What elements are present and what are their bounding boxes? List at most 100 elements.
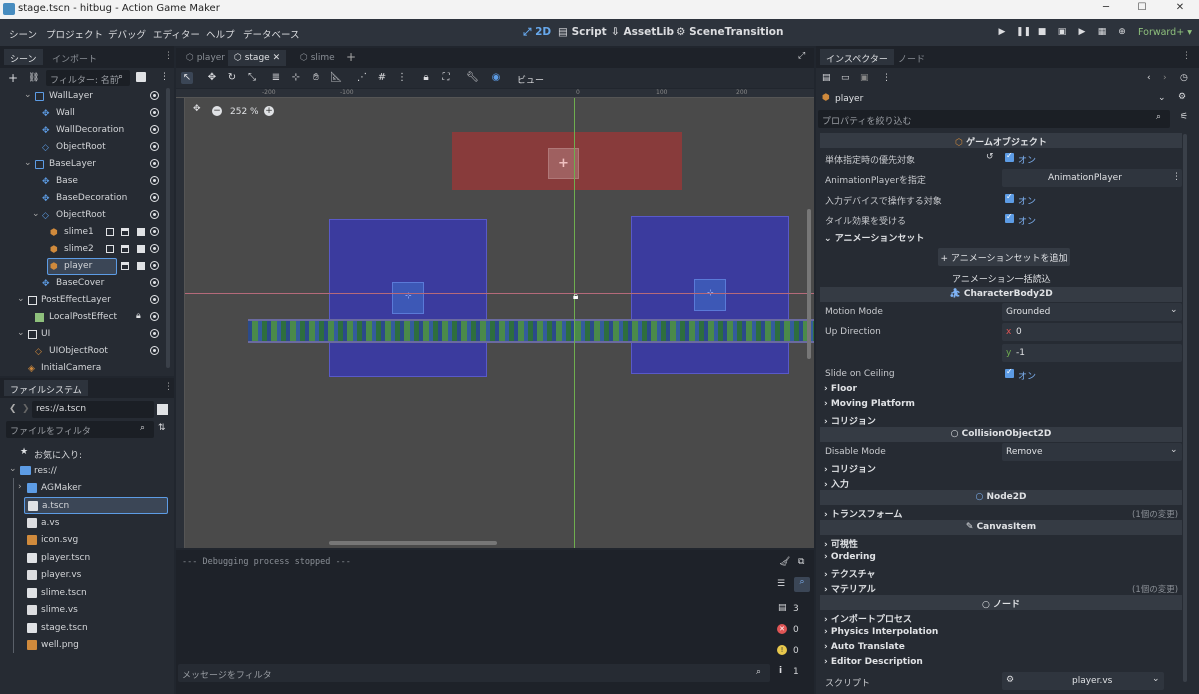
disable-mode-select[interactable]: Remove ⌄	[1002, 443, 1182, 461]
tree-node-base[interactable]: ✥ Base	[0, 173, 168, 190]
section-collisionobject2d[interactable]: ○ CollisionObject2D	[820, 427, 1182, 442]
more-options-icon[interactable]: ⋮	[396, 72, 408, 84]
category-material[interactable]: › マテリアル	[824, 582, 876, 595]
smart-snap-icon[interactable]: ⋰	[356, 72, 368, 84]
visibility-eye-icon[interactable]	[150, 227, 159, 236]
category-editor-description[interactable]: › Editor Description	[824, 657, 923, 667]
category-ordering[interactable]: › Ordering	[824, 552, 876, 562]
minimize-icon[interactable]: ─	[1096, 2, 1116, 16]
history-icon[interactable]: ◷	[1180, 73, 1188, 83]
open-folder-icon[interactable]: ▭	[841, 73, 850, 83]
link-icon[interactable]: ⛓	[28, 73, 39, 83]
input-device-checkbox[interactable]	[1005, 192, 1014, 203]
section-node2d[interactable]: ○ Node2D	[820, 490, 1182, 505]
tile-effect-checkbox[interactable]	[1005, 212, 1014, 223]
expand-icon[interactable]: ›	[18, 482, 22, 492]
object-selector[interactable]: ⬢ player ⌄	[818, 90, 1170, 108]
category-collision-2[interactable]: › コリジョン	[824, 462, 876, 475]
category-import-process[interactable]: › インポートプロセス	[824, 612, 912, 625]
menu-scene[interactable]: シーン	[9, 27, 37, 41]
category-visibility[interactable]: › 可視性	[824, 537, 858, 550]
save-icon[interactable]: ▣	[860, 73, 869, 83]
copy-icon[interactable]: ⧉	[798, 557, 804, 567]
collapse-icon[interactable]: ⌄	[24, 158, 32, 168]
slide-ceiling-checkbox[interactable]	[1005, 367, 1014, 378]
tab-scene[interactable]: シーン	[4, 49, 43, 65]
section-canvasitem[interactable]: ✎ CanvasItem	[820, 520, 1182, 535]
category-moving-platform[interactable]: › Moving Platform	[824, 399, 915, 409]
section-node[interactable]: ○ ノード	[820, 595, 1182, 610]
tab-slime[interactable]: ⬡ slime	[294, 50, 341, 66]
visibility-eye-icon[interactable]	[150, 346, 159, 355]
script-field[interactable]: ⚙ player.vs ⌄	[1002, 672, 1164, 690]
menu-project[interactable]: プロジェクト	[46, 27, 103, 41]
category-transform[interactable]: › トランスフォーム	[824, 507, 902, 520]
instance-icon[interactable]	[106, 228, 114, 236]
tab-inspector[interactable]: インスペクター	[820, 49, 894, 65]
menu-editor[interactable]: エディター	[153, 27, 200, 41]
slime2-sprite[interactable]: ⊹	[694, 279, 726, 311]
tree-node-objectroot-2[interactable]: ⌄ ◇ ObjectRoot	[0, 207, 168, 224]
open-scene-icon[interactable]	[121, 262, 129, 270]
up-y-field[interactable]: y -1	[1002, 344, 1182, 362]
back-icon[interactable]: ❮	[9, 404, 17, 414]
error-count[interactable]: ✕ 0	[773, 621, 813, 640]
tab-player[interactable]: ⬡ player	[180, 50, 231, 66]
rotate-tool-icon[interactable]: ↻	[226, 72, 238, 84]
visibility-eye-icon[interactable]	[150, 142, 159, 151]
visibility-eye-icon[interactable]	[150, 312, 159, 321]
script-icon[interactable]	[136, 72, 146, 82]
category-collision[interactable]: › コリジョン	[824, 414, 876, 427]
new-resource-icon[interactable]: ▤	[822, 73, 831, 83]
visibility-eye-icon[interactable]	[150, 210, 159, 219]
lock-icon[interactable]: 🔒︎	[136, 311, 141, 321]
category-input[interactable]: › 入力	[824, 477, 849, 490]
file-row-icon-svg[interactable]: icon.svg	[0, 532, 168, 549]
history-back-icon[interactable]: ‹	[1147, 73, 1151, 83]
file-row-agmaker[interactable]: › AGMaker	[0, 480, 168, 497]
category-auto-translate[interactable]: › Auto Translate	[824, 642, 905, 652]
visibility-eye-icon[interactable]	[150, 295, 159, 304]
priority-checkbox[interactable]	[1005, 151, 1014, 162]
v-scrollbar[interactable]	[807, 209, 811, 359]
tree-node-uiobjectroot[interactable]: ◇ UIObjectRoot	[0, 343, 168, 360]
visibility-eye-icon[interactable]	[150, 278, 159, 287]
file-row-slime-vs[interactable]: slime.vs	[0, 602, 168, 619]
file-row-player-vs[interactable]: player.vs	[0, 567, 168, 584]
visibility-eye-icon[interactable]	[150, 125, 159, 134]
menu-database[interactable]: データベース	[243, 27, 300, 41]
zoom-level[interactable]: 252 %	[230, 107, 259, 117]
sort-icon[interactable]: ⇅	[158, 423, 166, 433]
grid-snap-icon[interactable]: #	[376, 72, 388, 84]
message-count[interactable]: ▤ 3	[773, 600, 813, 619]
add-node-icon[interactable]: +	[8, 71, 18, 85]
category-floor[interactable]: › Floor	[824, 384, 857, 394]
tree-node-ui[interactable]: ⌄ UI	[0, 326, 168, 343]
visibility-eye-icon[interactable]	[150, 108, 159, 117]
tree-node-slime1[interactable]: ⬢ slime1	[0, 224, 168, 241]
tab-stage[interactable]: ⬡ stage ✕	[228, 50, 287, 66]
play-scene-icon[interactable]: ▶	[1076, 27, 1088, 38]
category-physics-interpolation[interactable]: › Physics Interpolation	[824, 627, 938, 637]
select-tool-icon[interactable]: ↖	[181, 72, 193, 84]
stop-icon[interactable]: ■	[1036, 27, 1048, 38]
collapse-icon[interactable]: ⌄	[24, 90, 32, 100]
motion-mode-select[interactable]: Grounded ⌄	[1002, 303, 1182, 321]
warning-count[interactable]: ! 0	[773, 642, 813, 661]
script-icon[interactable]	[137, 228, 145, 236]
category-animset[interactable]: ⌄ アニメーションセット	[824, 231, 924, 244]
tree-node-objectroot[interactable]: ◇ ObjectRoot	[0, 139, 168, 156]
forward-icon[interactable]: ❯	[22, 404, 30, 414]
panel-menu-icon[interactable]: ⋮	[1182, 51, 1191, 61]
renderer-select[interactable]: Forward+ ▾	[1138, 27, 1192, 38]
view-menu[interactable]: ビュー	[517, 73, 544, 86]
center-view-icon[interactable]: ✥	[193, 104, 201, 114]
visibility-eye-icon[interactable]	[150, 193, 159, 202]
panel-menu-icon[interactable]: ⋮	[164, 51, 173, 61]
file-row-well-png[interactable]: well.png	[0, 637, 168, 654]
visibility-eye-icon[interactable]	[150, 261, 159, 270]
revert-icon[interactable]: ↺	[986, 152, 994, 162]
tree-node-wall[interactable]: ✥ Wall	[0, 105, 168, 122]
lock-icon[interactable]: 🔒︎	[420, 72, 432, 84]
split-view-icon[interactable]	[157, 404, 168, 415]
